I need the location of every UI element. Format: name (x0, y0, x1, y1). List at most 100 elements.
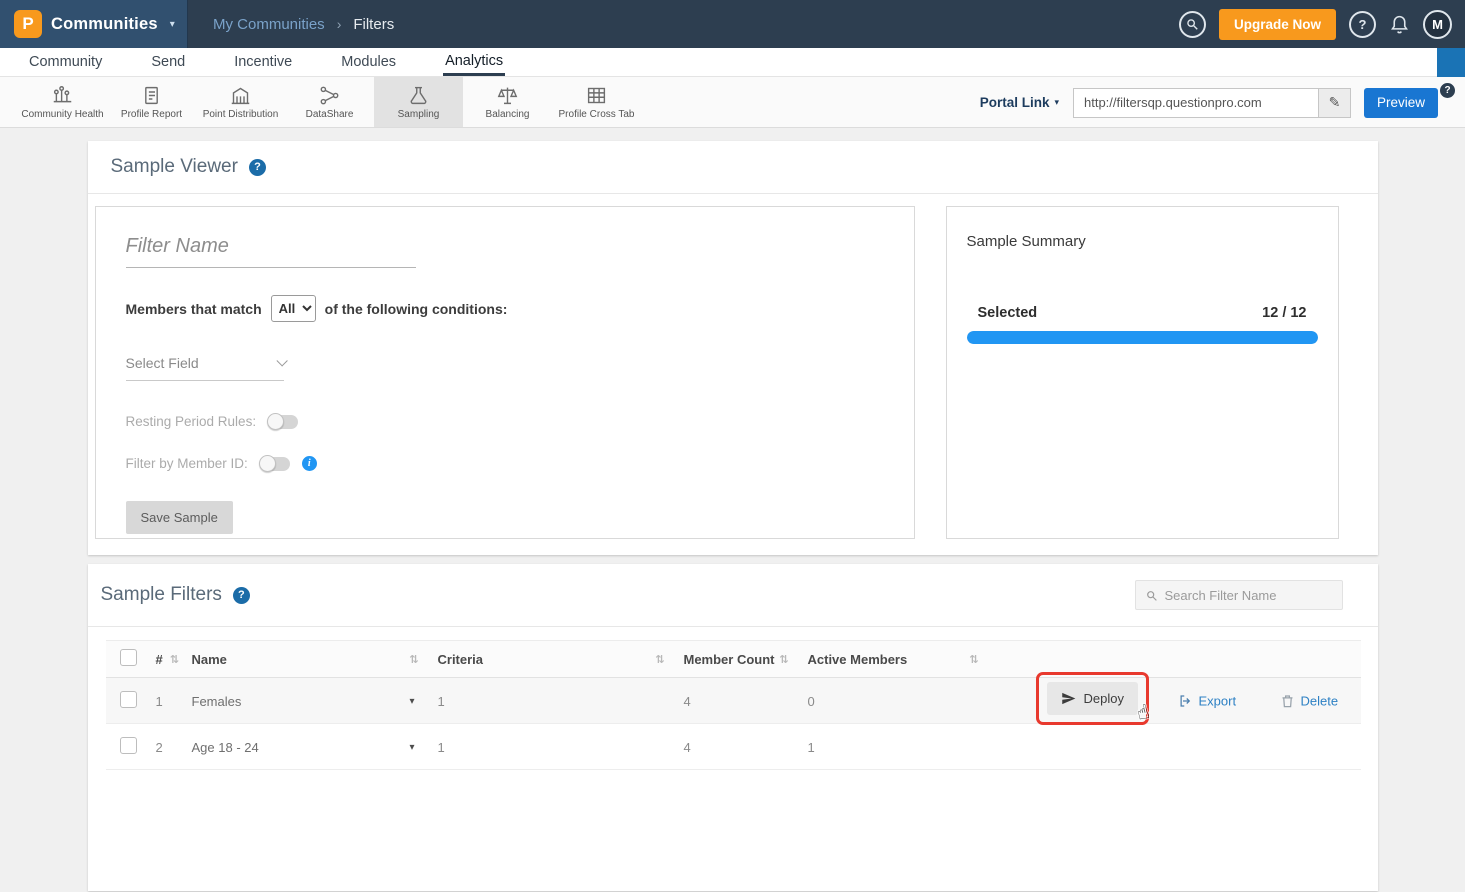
portal-url-input[interactable] (1073, 88, 1318, 118)
sort-icon[interactable]: ⇅ (409, 653, 418, 666)
portal-link-group: Portal Link ▾ ✎ Preview (980, 77, 1438, 128)
annotation-highlight-box: Deploy (1036, 672, 1149, 725)
sample-filters-header: Sample Filters ? (88, 564, 1378, 626)
top-bar: P Communities ▾ My Communities › Filters… (0, 0, 1465, 48)
toolbar-item-label: Community Health (21, 109, 103, 120)
product-switcher[interactable]: P Communities ▾ (0, 0, 188, 48)
sample-summary-panel: Sample Summary Selected 12 / 12 (946, 206, 1339, 539)
sample-filters-help-icon[interactable]: ? (233, 587, 250, 604)
row-name-cell: Age 18 - 24 ▾ (184, 740, 430, 755)
column-label-member-count: Member Count (684, 652, 775, 667)
help-button[interactable]: ? (1349, 11, 1376, 38)
export-icon (1178, 694, 1193, 709)
member-id-row: Filter by Member ID: i (126, 456, 884, 471)
header-checkbox-cell (106, 649, 146, 669)
caret-down-icon: ▾ (170, 19, 175, 30)
column-header-active-members[interactable]: Active Members ⇅ (800, 652, 990, 667)
breadcrumb: My Communities › Filters (213, 16, 394, 33)
pencil-icon: ✎ (1329, 94, 1341, 111)
column-header-member-count[interactable]: Member Count ⇅ (676, 652, 800, 667)
column-header-criteria[interactable]: Criteria ⇅ (430, 652, 676, 667)
toolbar-item-profile-cross-tab[interactable]: Profile Cross Tab (552, 77, 641, 127)
filter-search-input[interactable] (1165, 588, 1333, 603)
row-name-caret-icon[interactable]: ▾ (409, 742, 414, 753)
selected-row: Selected 12 / 12 (967, 305, 1318, 321)
match-condition-select[interactable]: All (271, 295, 316, 322)
select-field-dropdown[interactable]: Select Field (126, 355, 284, 381)
toolbar-item-balancing[interactable]: Balancing (463, 77, 552, 127)
toolbar-item-label: Profile Cross Tab (559, 109, 635, 120)
sort-icon[interactable]: ⇅ (969, 653, 978, 666)
match-suffix-label: of the following conditions: (325, 301, 508, 317)
toolbar-item-datashare[interactable]: DataShare (285, 77, 374, 127)
row-checkbox[interactable] (120, 737, 137, 754)
info-icon[interactable]: i (302, 456, 317, 471)
page-content: Sample Viewer ? Members that match All o… (0, 128, 1465, 891)
row-name-caret-icon[interactable]: ▾ (409, 696, 414, 707)
save-sample-button[interactable]: Save Sample (126, 501, 233, 534)
sample-viewer-header: Sample Viewer ? (88, 141, 1378, 193)
column-header-name[interactable]: Name ⇅ (184, 652, 430, 667)
row-name: Females (192, 694, 242, 709)
topbar-actions: Upgrade Now ? M (1179, 9, 1465, 40)
tab-analytics[interactable]: Analytics (443, 48, 505, 76)
tab-community[interactable]: Community (27, 48, 104, 76)
resting-period-toggle[interactable] (268, 415, 298, 429)
filter-row-age-18-24[interactable]: 2 Age 18 - 24 ▾ 1 4 1 (106, 724, 1361, 770)
toolbar-item-point-distribution[interactable]: Point Distribution (196, 77, 285, 127)
question-mark-icon: ? (1359, 17, 1367, 32)
row-name-cell: Females ▾ (184, 694, 430, 709)
table-header-row: # ⇅ Name ⇅ Criteria ⇅ Member Count ⇅ (106, 640, 1361, 678)
select-field-label: Select Field (126, 355, 199, 371)
row-checkbox-cell (106, 737, 146, 757)
delete-button[interactable]: Delete (1280, 694, 1339, 709)
member-id-toggle[interactable] (260, 457, 290, 471)
tab-incentive[interactable]: Incentive (232, 48, 294, 76)
sort-icon[interactable]: ⇅ (779, 653, 788, 666)
resting-period-label: Resting Period Rules: (126, 414, 257, 429)
breadcrumb-my-communities[interactable]: My Communities (213, 16, 325, 33)
preview-button[interactable]: Preview (1364, 88, 1438, 118)
selected-label: Selected (978, 305, 1038, 321)
user-avatar[interactable]: M (1423, 10, 1452, 39)
row-num: 1 (146, 694, 184, 709)
share-nodes-icon (319, 85, 340, 106)
portal-link-dropdown[interactable]: Portal Link ▾ (980, 95, 1059, 110)
search-button[interactable] (1179, 11, 1206, 38)
sample-viewer-help-icon[interactable]: ? (249, 159, 266, 176)
row-criteria: 1 (430, 740, 676, 755)
filter-name-input[interactable] (126, 231, 416, 268)
deploy-button[interactable]: Deploy (1047, 682, 1138, 715)
selected-progress-bar (967, 331, 1318, 344)
export-label: Export (1199, 694, 1237, 709)
sort-icon[interactable]: ⇅ (170, 653, 179, 666)
select-all-checkbox[interactable] (120, 649, 137, 666)
divider (88, 626, 1378, 627)
sample-viewer-card: Sample Viewer ? Members that match All o… (88, 141, 1378, 555)
column-label-name: Name (192, 652, 227, 667)
portal-link-label: Portal Link (980, 95, 1050, 110)
toggle-knob (267, 413, 284, 430)
toolbar-item-community-health[interactable]: Community Health (18, 77, 107, 127)
toolbar-item-profile-report[interactable]: Profile Report (107, 77, 196, 127)
edit-url-button[interactable]: ✎ (1318, 88, 1351, 118)
notifications-button[interactable] (1389, 14, 1410, 35)
column-header-num[interactable]: # ⇅ (146, 652, 184, 667)
side-panel-toggle[interactable] (1437, 48, 1465, 77)
toggle-knob (259, 455, 276, 472)
paper-plane-icon (1061, 691, 1076, 706)
tab-send[interactable]: Send (149, 48, 187, 76)
row-member-count: 4 (676, 694, 800, 709)
sort-icon[interactable]: ⇅ (655, 653, 664, 666)
analytics-toolbar: Community Health Profile Report Point Di… (0, 77, 1465, 128)
filter-row-females[interactable]: 1 Females ▾ 1 4 0 Deploy (106, 678, 1361, 724)
export-button[interactable]: Export (1178, 694, 1237, 709)
toolbar-item-sampling[interactable]: Sampling (374, 77, 463, 127)
row-checkbox[interactable] (120, 691, 137, 708)
upgrade-now-button[interactable]: Upgrade Now (1219, 9, 1336, 40)
toolbar-item-label: Balancing (486, 109, 530, 120)
column-label-active-members: Active Members (808, 652, 908, 667)
app-root: P Communities ▾ My Communities › Filters… (0, 0, 1465, 892)
tab-modules[interactable]: Modules (339, 48, 398, 76)
toolbar-help-badge[interactable]: ? (1440, 83, 1455, 98)
